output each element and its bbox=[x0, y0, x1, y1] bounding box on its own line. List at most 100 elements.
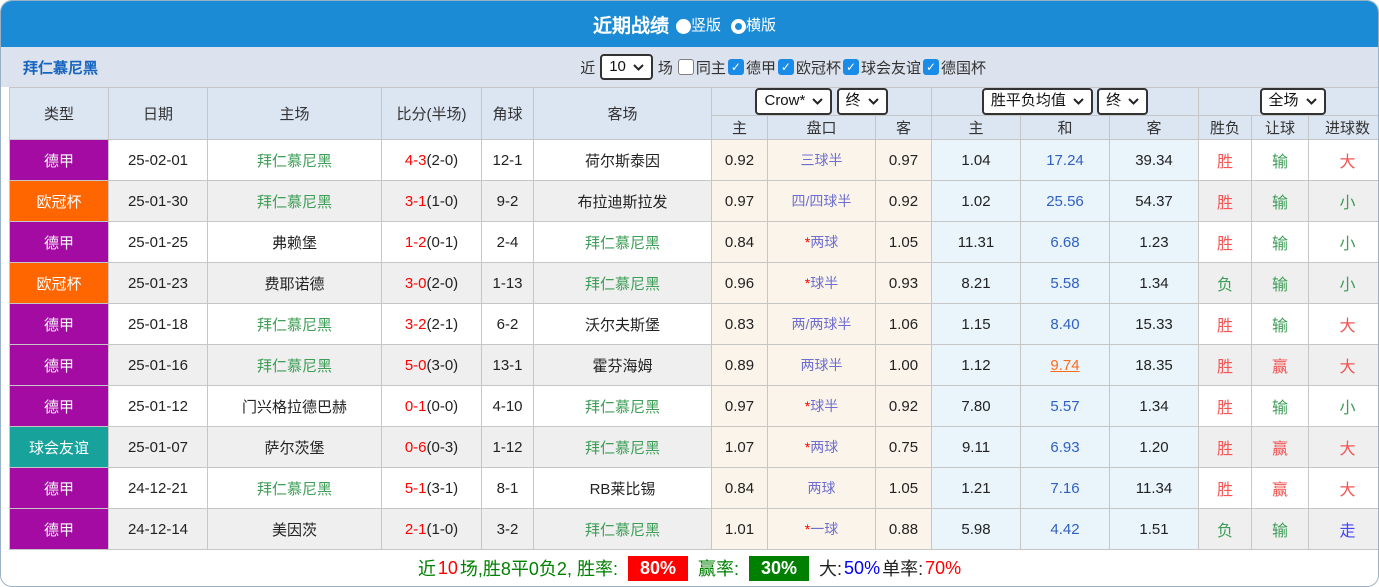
summary-text: 70% bbox=[925, 557, 962, 578]
score-halftime: (2-1) bbox=[426, 315, 459, 333]
filter-checkbox[interactable] bbox=[677, 59, 694, 75]
filter-checkbox[interactable]: ✓ bbox=[777, 59, 794, 75]
results-table-wrap: 类型 日期 主场 比分(半场) 角球 客场 Crow* 终 胜平负均值 终 全场… bbox=[1, 87, 1378, 550]
filter-checkbox-label: 欧冠杯 bbox=[795, 59, 841, 77]
filter-checkbox-label: 球会友谊 bbox=[860, 59, 921, 77]
result-handicap: 赢 bbox=[1251, 344, 1309, 386]
corner-score: 2-4 bbox=[481, 221, 534, 263]
col-header-score: 比分(半场) bbox=[381, 87, 482, 140]
odds-home: 0.84 bbox=[711, 221, 768, 263]
away-team: 拜仁慕尼黑 bbox=[533, 221, 712, 263]
result-handicap: 赢 bbox=[1251, 426, 1309, 468]
avg-win: 1.12 bbox=[931, 344, 1021, 386]
match-row: 欧冠杯 25-01-30 拜仁慕尼黑 3-1(1-0) 9-2 布拉迪斯拉发 0… bbox=[9, 180, 1378, 222]
avg-lose: 1.51 bbox=[1109, 508, 1199, 550]
avg-type-select[interactable]: 胜平负均值 bbox=[981, 88, 1093, 115]
odds-home: 1.01 bbox=[711, 508, 768, 550]
match-row: 球会友谊 25-01-07 萨尔茨堡 0-6(0-3) 1-12 拜仁慕尼黑 1… bbox=[9, 426, 1378, 468]
summary-bar: 近 10 场,胜8平0负2, 胜率: 80% 赢率: 30% 大: 50% 单率: 70% bbox=[1, 550, 1378, 586]
odds-away: 0.93 bbox=[875, 262, 932, 304]
match-count-select[interactable]: 10 bbox=[600, 53, 653, 81]
result-outcome: 胜 bbox=[1198, 385, 1252, 427]
odds-source-select[interactable]: Crow* bbox=[755, 88, 833, 115]
away-team: 拜仁慕尼黑 bbox=[533, 385, 712, 427]
recent-results-widget: 近期战绩 竖版 横版 拜仁慕尼黑 近 10 场 同主 ✓ 德甲 ✓ 欧冠杯 ✓ 球会友谊 ✓ 德国… bbox=[0, 0, 1379, 587]
match-type-badge: 德甲 bbox=[9, 344, 109, 386]
col-header-away: 客场 bbox=[533, 87, 712, 140]
home-team: 拜仁慕尼黑 bbox=[207, 180, 382, 222]
handicap-line: *两球 bbox=[767, 426, 876, 468]
odds-period-select[interactable]: 终 bbox=[836, 88, 888, 115]
result-outcome: 胜 bbox=[1198, 221, 1252, 263]
odds-away: 0.75 bbox=[875, 426, 932, 468]
match-score: 4-3(2-0) bbox=[381, 139, 482, 181]
result-handicap: 输 bbox=[1251, 221, 1309, 263]
col-header-corner: 角球 bbox=[481, 87, 534, 140]
result-goals: 小 bbox=[1307, 221, 1378, 263]
result-outcome: 胜 bbox=[1198, 467, 1252, 509]
away-team: 拜仁慕尼黑 bbox=[533, 508, 712, 550]
filter-checkbox[interactable]: ✓ bbox=[727, 59, 744, 75]
avg-lose: 1.23 bbox=[1109, 221, 1199, 263]
filter-controls: 近 10 场 同主 ✓ 德甲 ✓ 欧冠杯 ✓ 球会友谊 ✓ 德国杯 bbox=[580, 53, 986, 81]
filter-checkbox[interactable]: ✓ bbox=[922, 59, 939, 75]
summary-text: 10 bbox=[437, 557, 458, 578]
filter-checkbox-label: 德国杯 bbox=[940, 59, 986, 77]
match-row: 德甲 25-01-25 弗赖堡 1-2(0-1) 2-4 拜仁慕尼黑 0.84 … bbox=[9, 221, 1378, 263]
avg-draw: 4.42 bbox=[1020, 508, 1110, 550]
result-goals: 大 bbox=[1307, 467, 1378, 509]
home-team: 美因茨 bbox=[207, 508, 382, 550]
avg-win: 7.80 bbox=[931, 385, 1021, 427]
corner-score: 12-1 bbox=[481, 139, 534, 181]
summary-text: 单率: bbox=[882, 559, 924, 579]
match-score: 0-6(0-3) bbox=[381, 426, 482, 468]
layout-radio-label[interactable]: 横版 bbox=[746, 17, 776, 34]
match-type-badge: 德甲 bbox=[9, 508, 109, 550]
layout-radio-selected[interactable] bbox=[731, 18, 746, 34]
layout-radio-label[interactable]: 竖版 bbox=[691, 17, 721, 34]
layout-radio-unselected[interactable] bbox=[675, 18, 691, 34]
match-date: 25-01-25 bbox=[108, 221, 208, 263]
away-team: 沃尔夫斯堡 bbox=[533, 303, 712, 345]
odds-home: 0.84 bbox=[711, 467, 768, 509]
avg-lose: 11.34 bbox=[1109, 467, 1199, 509]
score-fulltime: 0-1 bbox=[404, 397, 427, 415]
odds-home: 1.07 bbox=[711, 426, 768, 468]
filter-checkbox-label: 德甲 bbox=[745, 59, 776, 77]
score-halftime: (2-0) bbox=[426, 274, 459, 292]
match-date: 25-01-12 bbox=[108, 385, 208, 427]
summary-text: 大: bbox=[819, 559, 843, 579]
handicap-line: 四/四球半 bbox=[767, 180, 876, 222]
away-team: 拜仁慕尼黑 bbox=[533, 262, 712, 304]
handicap-star: * bbox=[804, 439, 811, 455]
result-goals: 走 bbox=[1307, 508, 1378, 550]
match-type-badge: 欧冠杯 bbox=[9, 180, 109, 222]
handicap-star: * bbox=[804, 275, 811, 291]
summary-percent-badge: 30% bbox=[749, 555, 810, 581]
scope-select[interactable]: 全场 bbox=[1259, 88, 1326, 115]
corner-score: 1-13 bbox=[481, 262, 534, 304]
handicap-line: *两球 bbox=[767, 221, 876, 263]
avg-draw: 5.58 bbox=[1020, 262, 1110, 304]
score-fulltime: 3-2 bbox=[404, 315, 427, 333]
result-handicap: 输 bbox=[1251, 262, 1309, 304]
filter-checkbox[interactable]: ✓ bbox=[842, 59, 859, 75]
match-date: 25-01-16 bbox=[108, 344, 208, 386]
odds-away: 1.06 bbox=[875, 303, 932, 345]
near-label: 近 bbox=[580, 59, 596, 77]
result-goals: 大 bbox=[1307, 344, 1378, 386]
corner-score: 1-12 bbox=[481, 426, 534, 468]
match-score: 0-1(0-0) bbox=[381, 385, 482, 427]
match-score: 5-1(3-1) bbox=[381, 467, 482, 509]
match-count-value: 10 bbox=[609, 57, 626, 75]
avg-period-select[interactable]: 终 bbox=[1097, 88, 1149, 115]
score-fulltime: 1-2 bbox=[404, 233, 427, 251]
score-fulltime: 0-6 bbox=[404, 438, 427, 456]
home-team: 拜仁慕尼黑 bbox=[207, 303, 382, 345]
score-halftime: (1-0) bbox=[426, 192, 459, 210]
result-goals: 大 bbox=[1307, 303, 1378, 345]
result-outcome: 胜 bbox=[1198, 344, 1252, 386]
summary-text: 50% bbox=[844, 557, 881, 578]
away-team: 布拉迪斯拉发 bbox=[533, 180, 712, 222]
score-halftime: (3-0) bbox=[426, 356, 459, 374]
